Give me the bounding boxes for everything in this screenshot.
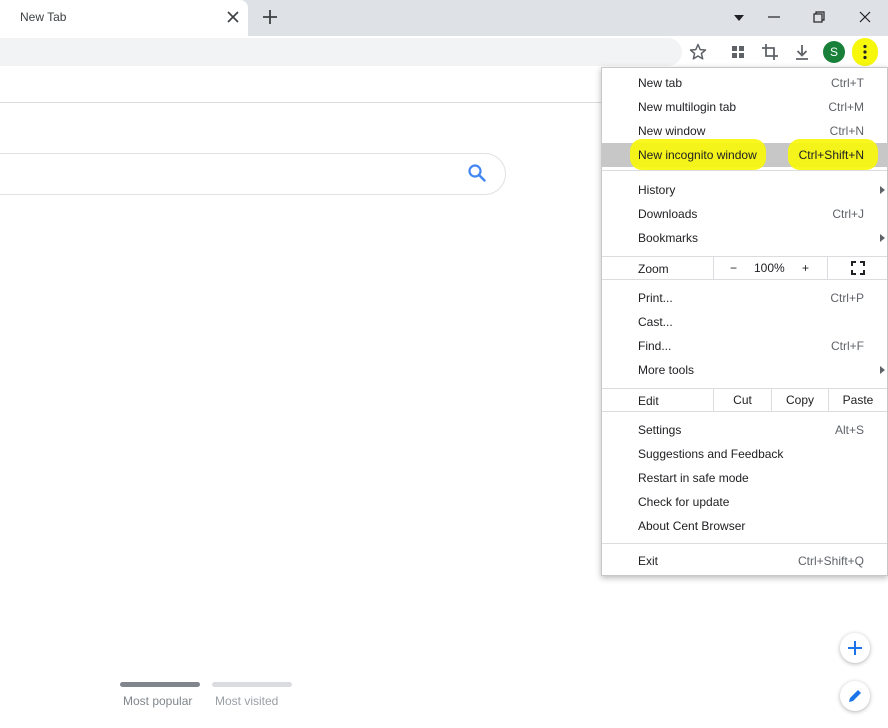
bookmark-star-icon[interactable] (687, 41, 709, 63)
tab-search-dropdown-icon[interactable] (728, 6, 750, 28)
restore-icon[interactable] (808, 6, 830, 28)
menu-item-check-update[interactable]: Check for update (602, 490, 887, 514)
menu-item-label: Settings (638, 423, 682, 437)
profile-avatar[interactable]: S (823, 41, 845, 63)
menu-separator (602, 543, 887, 544)
copy-button[interactable]: Copy (771, 389, 828, 411)
menu-item-label: New window (638, 124, 706, 138)
menu-item-label: New incognito window (638, 148, 757, 162)
title-bar: New Tab (0, 0, 888, 36)
add-shortcut-button[interactable] (840, 633, 870, 663)
menu-item-label: Print... (638, 291, 673, 305)
more-menu-kebab-icon[interactable] (854, 41, 876, 63)
close-window-icon[interactable] (854, 6, 876, 28)
menu-item-label: Bookmarks (638, 231, 699, 245)
menu-item-shortcut: Ctrl+Shift+Q (797, 554, 864, 568)
submenu-arrow-icon (880, 186, 885, 194)
content-divider (0, 102, 601, 103)
menu-item-label: Exit (638, 554, 659, 568)
menu-item-label: New tab (638, 76, 683, 90)
most-visited-indicator (212, 682, 292, 687)
menu-item-shortcut: Ctrl+J (832, 207, 864, 221)
menu-item-shortcut: Ctrl+T (831, 76, 864, 90)
menu-item-label: Cast... (638, 315, 673, 329)
zoom-out-button[interactable]: − (730, 257, 737, 279)
menu-item-label: History (638, 183, 676, 197)
menu-item-print[interactable]: Print... Ctrl+P (602, 286, 887, 310)
menu-item-label: Find... (638, 339, 672, 353)
plus-icon (848, 641, 862, 655)
edit-label: Edit (638, 394, 659, 408)
menu-item-label: More tools (638, 363, 695, 377)
menu-item-label: About Cent Browser (638, 519, 746, 533)
search-box[interactable] (0, 153, 506, 195)
menu-item-new-multilogin-tab[interactable]: New multilogin tab Ctrl+M (602, 95, 887, 119)
menu-item-label: Check for update (638, 495, 730, 509)
apps-grid-icon[interactable] (727, 41, 749, 63)
search-icon[interactable] (466, 162, 488, 184)
menu-item-exit[interactable]: Exit Ctrl+Shift+Q (602, 549, 887, 573)
crop-screenshot-icon[interactable] (759, 41, 781, 63)
menu-item-shortcut: Alt+S (834, 423, 864, 437)
pencil-icon (849, 690, 861, 702)
menu-item-more-tools[interactable]: More tools (602, 358, 887, 382)
most-popular-tab[interactable]: Most popular (123, 694, 192, 708)
paste-button[interactable]: Paste (828, 389, 887, 411)
minimize-icon[interactable] (763, 6, 785, 28)
menu-separator (602, 170, 887, 171)
zoom-row: Zoom − 100% + (602, 256, 887, 280)
menu-item-bookmarks[interactable]: Bookmarks (602, 226, 887, 250)
fullscreen-icon (850, 261, 865, 275)
browser-main-menu: New tab Ctrl+T New multilogin tab Ctrl+M… (601, 67, 888, 576)
zoom-in-button[interactable]: + (802, 257, 809, 279)
submenu-arrow-icon (880, 234, 885, 242)
menu-item-settings[interactable]: Settings Alt+S (602, 418, 887, 442)
menu-item-history[interactable]: History (602, 178, 887, 202)
most-popular-indicator (120, 682, 200, 687)
menu-item-label: Suggestions and Feedback (638, 447, 784, 461)
cut-button[interactable]: Cut (713, 389, 771, 411)
tab-title: New Tab (20, 10, 67, 24)
zoom-controls: − 100% + (713, 257, 827, 279)
browser-tab[interactable]: New Tab (0, 0, 248, 36)
menu-item-shortcut: Ctrl+N (829, 124, 864, 138)
menu-item-new-incognito-window[interactable]: New incognito window Ctrl+Shift+N (602, 139, 887, 170)
menu-item-about[interactable]: About Cent Browser (602, 514, 887, 538)
zoom-label: Zoom (638, 262, 669, 276)
edit-row: Edit Cut Copy Paste (602, 388, 887, 412)
menu-item-shortcut: Ctrl+F (831, 339, 864, 353)
fullscreen-button[interactable] (827, 257, 887, 279)
submenu-arrow-icon (880, 366, 885, 374)
menu-item-cast[interactable]: Cast... (602, 310, 887, 334)
menu-item-downloads[interactable]: Downloads Ctrl+J (602, 202, 887, 226)
menu-item-label: Downloads (638, 207, 698, 221)
new-tab-plus-icon[interactable] (259, 6, 281, 28)
customize-button[interactable] (840, 681, 870, 711)
address-bar[interactable] (0, 38, 682, 66)
menu-item-suggestions-feedback[interactable]: Suggestions and Feedback (602, 442, 887, 466)
most-visited-tab[interactable]: Most visited (215, 694, 278, 708)
menu-item-restart-safe-mode[interactable]: Restart in safe mode (602, 466, 887, 490)
menu-item-label: New multilogin tab (638, 100, 737, 114)
menu-item-find[interactable]: Find... Ctrl+F (602, 334, 887, 358)
menu-item-shortcut: Ctrl+M (828, 100, 864, 114)
menu-item-label: Restart in safe mode (638, 471, 749, 485)
tab-close-icon[interactable] (224, 8, 242, 26)
menu-item-shortcut: Ctrl+P (830, 291, 864, 305)
download-icon[interactable] (791, 41, 813, 63)
menu-item-new-tab[interactable]: New tab Ctrl+T (602, 71, 887, 95)
zoom-level: 100% (754, 261, 785, 275)
menu-item-shortcut: Ctrl+Shift+N (798, 148, 864, 162)
